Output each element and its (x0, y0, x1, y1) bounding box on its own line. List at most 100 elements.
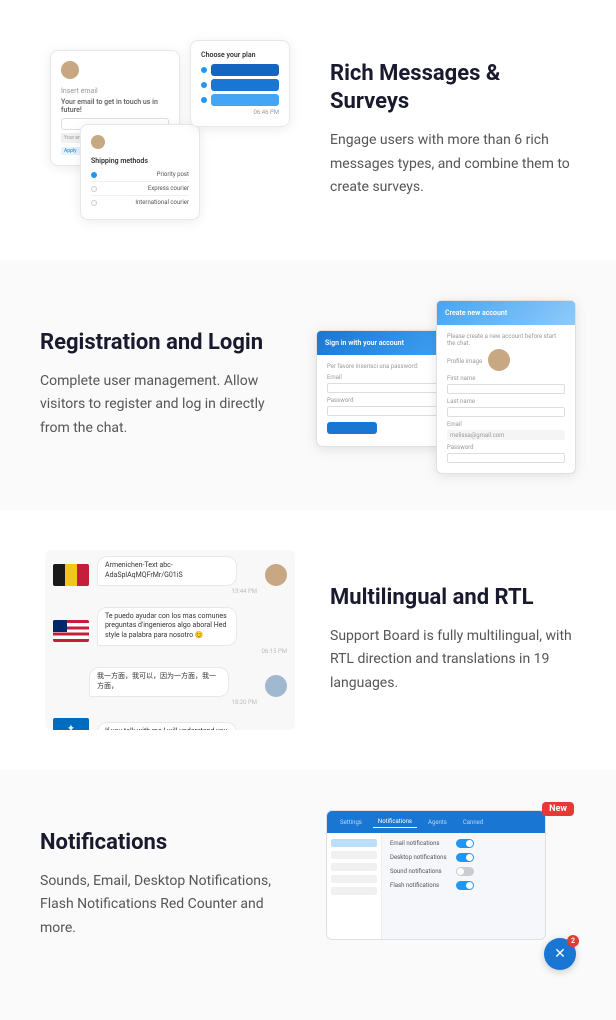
notif-topbar: Settings Notifications Agents Canned (327, 811, 545, 833)
sign-in-button[interactable] (327, 422, 377, 434)
toggle-sound[interactable] (456, 867, 474, 876)
notif-label-3: Sound notifications (390, 868, 450, 875)
card-label: Insert email (61, 87, 169, 95)
chat-bubble-3: 我一方面，我可以，因为一方面，我一方面， (89, 667, 229, 697)
flags-group: 🍁 (53, 718, 89, 730)
last-name-input (447, 407, 565, 417)
avatar (61, 61, 79, 79)
shipping-title: Shipping methods (91, 157, 189, 165)
sidebar-item-sounds (331, 851, 377, 859)
flag-row-2: Te puedo ayudar con los mas comunes preg… (45, 601, 295, 661)
multilingual-section: Armenichen-Text abc­AdaSplAqMQFrMr/G01iS… (0, 510, 616, 770)
ship-label: Priority post (157, 171, 189, 178)
radio (91, 200, 97, 206)
plan-dot (201, 82, 207, 88)
notif-tab-agents: Agents (423, 817, 452, 828)
flag-row-4: 🍁 If you talk with me I will understand … (45, 712, 295, 730)
rich-messages-description: Engage users with more than 6 rich messa… (330, 129, 576, 200)
user-avatar-1 (265, 564, 287, 586)
multilingual-image: Armenichen-Text abc­AdaSplAqMQFrMr/G01iS… (40, 550, 300, 730)
plan-select-card: Choose your plan 06:46 PM (190, 40, 290, 127)
sidebar-item-flash (331, 887, 377, 895)
rich-messages-text: Rich Messages & Surveys Engage users wit… (330, 60, 576, 201)
avatar (91, 135, 105, 149)
notifications-image: Settings Notifications Agents Canned (316, 810, 576, 960)
rich-messages-image: Insert email Your email to get in touch … (40, 40, 300, 220)
plan-bar (211, 94, 279, 106)
notif-row-3: Sound notifications (390, 867, 537, 876)
multi-mockup: Armenichen-Text abc­AdaSplAqMQFrMr/G01iS… (45, 550, 295, 730)
multilingual-text: Multilingual and RTL Support Board is fu… (330, 584, 576, 696)
plan-bar (211, 79, 279, 91)
notif-tab-canned: Canned (458, 817, 488, 828)
card-title: Your email to get in touch us in future! (61, 98, 169, 114)
create-acc-header: Create new account (437, 301, 575, 325)
toggle-email[interactable] (456, 839, 474, 848)
last-name-label: Last name (447, 398, 565, 405)
plan-dot (201, 97, 207, 103)
sign-in-card: Sign in with your account Per favore ins… (316, 330, 456, 447)
notif-row-2: Desktop notifications (390, 853, 537, 862)
radio (91, 186, 97, 192)
ship-label: International courier (135, 199, 189, 206)
password-input-2 (447, 453, 565, 463)
plan-row-3 (201, 94, 279, 106)
notif-content: Email notifications Desktop notification… (382, 833, 545, 939)
reg-mockup: Sign in with your account Per favore ins… (316, 300, 576, 470)
profile-avatar (488, 349, 510, 371)
chat-time-3: 18:20 PM (89, 699, 257, 706)
notifications-description: Sounds, Email, Desktop Notifications, Fl… (40, 870, 286, 941)
notif-label-4: Flash notifications (390, 882, 450, 889)
plan-dot (201, 67, 207, 73)
create-acc-card: Create new account Please create a new a… (436, 300, 576, 474)
registration-image: Sign in with your account Per favore ins… (316, 300, 576, 470)
plan-row-1 (201, 64, 279, 76)
registration-text: Registration and Login Complete user man… (40, 329, 286, 441)
flag-belgium (53, 564, 89, 586)
multilingual-title: Multilingual and RTL (330, 584, 576, 613)
chat-section-2: Te puedo ayudar con los mas comunes preg… (97, 607, 287, 655)
toggle-flash[interactable] (456, 881, 474, 890)
notif-tab-settings: Settings (335, 817, 367, 828)
radio-selected (91, 172, 97, 178)
notifications-title: Notifications (40, 829, 286, 858)
flag-row-3: 我一方面，我可以，因为一方面，我一方面， 18:20 PM (45, 661, 295, 712)
chat-time-1: 13:44 PM (97, 588, 257, 595)
chat-section-3: 我一方面，我可以，因为一方面，我一方面， 18:20 PM (89, 667, 257, 706)
password-label: Password (327, 397, 445, 404)
email-label: Email (327, 374, 445, 381)
notif-mockup: Settings Notifications Agents Canned (326, 810, 566, 960)
password-input (327, 406, 445, 416)
plan-bar (211, 64, 279, 76)
profile-image-label: Profile image (447, 358, 482, 365)
registration-section: Sign in with your account Per favore ins… (0, 260, 616, 510)
registration-description: Complete user management. Allow visitors… (40, 370, 286, 441)
notif-screen: Settings Notifications Agents Canned (326, 810, 546, 940)
sidebar-item-desktop (331, 875, 377, 883)
plan-row-2 (201, 79, 279, 91)
shipping-option-3: International courier (91, 196, 189, 209)
create-acc-label: Please create a new account before start… (447, 333, 565, 347)
notifications-text: Notifications Sounds, Email, Desktop Not… (40, 829, 286, 941)
chat-bubble-2: Te puedo ayudar con los mas comunes preg… (97, 607, 237, 646)
ship-label: Express courier (148, 185, 189, 192)
close-icon: ✕ (554, 947, 566, 961)
flag-usa (53, 620, 89, 642)
notif-body: Email notifications Desktop notification… (327, 833, 545, 939)
rich-messages-title: Rich Messages & Surveys (330, 60, 576, 117)
sidebar-item-general (331, 839, 377, 847)
user-avatar-3 (265, 675, 287, 697)
notif-row-1: Email notifications (390, 839, 537, 848)
new-badge: New (542, 802, 574, 816)
chat-section-1: Armenichen-Text abc­AdaSplAqMQFrMr/G01iS… (97, 556, 257, 595)
notif-label-2: Desktop notifications (390, 854, 450, 861)
notif-label-1: Email notifications (390, 840, 450, 847)
sidebar-item-email (331, 863, 377, 871)
shipping-option-1: Priority post (91, 168, 189, 182)
first-name-label: First name (447, 375, 565, 382)
flag-australia (53, 718, 89, 730)
sign-in-title: Sign in with your account (325, 339, 404, 347)
toggle-desktop[interactable] (456, 853, 474, 862)
chat-widget[interactable]: ✕ 2 (544, 938, 576, 970)
email-input (327, 383, 445, 393)
